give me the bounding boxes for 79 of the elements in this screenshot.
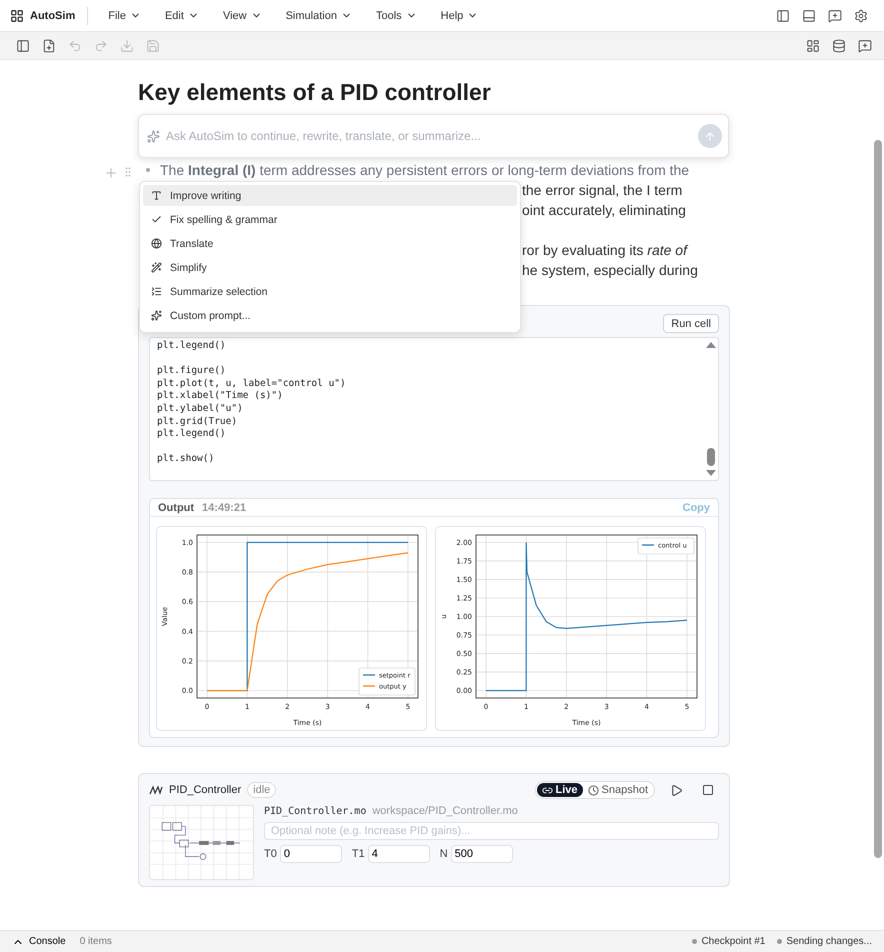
menu-option[interactable]: Improve writing [143,185,517,206]
menu-option[interactable]: Simplify [143,257,517,278]
console-count: 0 items [80,936,112,947]
code-text: plt.legend() [157,340,226,353]
param-field[interactable]: 0 [280,845,342,863]
status-dot [692,939,698,944]
wand-icon [151,262,162,273]
param-label: N [440,848,448,860]
code-editor[interactable]: plt.legend() plt.figure() plt.plot(t, u, label="control u") plt.xlabel("Time (s)") plt.ylabel("u") plt.grid(True) plt.legend() plt.show() [149,337,719,481]
undo-icon [68,38,82,52]
code-text: plt.show() [157,453,214,466]
file-path: workspace/PID_Controller.mo [372,805,518,817]
param-field[interactable]: 500 [450,845,513,863]
stop-icon [702,784,714,796]
mode-tab[interactable]: Snapshot [582,783,653,797]
bottom-panel-icon [802,8,816,22]
bullet-dot [146,168,150,172]
menu-option[interactable]: Fix spelling & grammar [143,209,517,230]
lines-icon [151,286,162,297]
document-title: Key elements of a PID controller [138,78,492,106]
output-label: Output [158,502,194,514]
layout-icon [806,38,820,52]
sidebar-icon [776,8,790,22]
chart-legend [638,538,694,554]
status-dot [777,939,782,944]
code-text: plt.figure() plt.plot(t, u, label="control u") plt.xlabel("Time (s)") plt.ylabel("u") plt.grid(True) plt.legend() [157,365,346,441]
sparkle-icon [147,130,160,142]
model-name: PID_Controller [169,784,242,796]
status-text: Checkpoint #1 [701,936,766,947]
paragraph-text: oint accurately, eliminating [522,202,686,218]
menu-item[interactable]: File [104,8,145,24]
menu-item[interactable]: View [218,8,266,24]
menu-item[interactable]: Help [436,8,482,24]
file-name: PID_Controller.mo [264,806,366,817]
logo-icon [10,8,24,22]
scroll-thumb[interactable] [707,448,715,466]
chat-icon [828,8,842,22]
status-badge: idle [247,782,276,798]
redo-icon [94,38,108,52]
menu-option[interactable]: Translate [143,233,517,254]
sidebar-icon [16,38,30,52]
globe-icon [151,238,162,249]
ai-prompt-field[interactable]: Ask AutoSim to continue, rewrite, translate, or summarize... [138,114,729,158]
paragraph-text: ror by evaluating its rate of [522,242,687,258]
model-icon [149,785,163,795]
paragraph-text: he system, especially during [522,262,698,278]
param-label: T0 [264,848,277,860]
param-label: T1 [352,848,365,860]
chat-icon [858,38,872,52]
app-name: AutoSim [30,6,88,24]
arrow-up-icon [704,130,716,142]
param-field[interactable]: 4 [368,845,430,863]
new-file-icon [42,38,56,52]
menu-item[interactable]: Edit [160,8,203,24]
scroll-up-icon[interactable] [706,342,716,348]
settings-icon [854,8,868,22]
paragraph-text: the error signal, the I term [522,182,682,198]
scrollbar-thumb[interactable] [874,140,882,858]
status-text: Sending changes... [786,936,872,947]
mode-tab[interactable]: Live [536,783,583,797]
note-field[interactable]: Optional note (e.g. Increase PID gains)... [264,822,719,840]
paragraph-text: The Integral (I) term addresses any persistent errors or long-term deviations from the [160,162,690,178]
database-icon [832,38,846,52]
console-toggle[interactable]: Console [12,936,66,948]
chart-legend [358,668,416,696]
menu-option[interactable]: Custom prompt... [143,305,517,326]
play-icon [670,784,682,796]
scroll-down-icon[interactable] [706,470,716,476]
menu-option[interactable]: Summarize selection [143,281,517,302]
menu-item[interactable]: Simulation [282,8,356,24]
check-icon [151,214,162,225]
run-cell-button[interactable]: Run cell [663,314,719,333]
sparkle-icon [151,310,162,321]
output-time: 14:49:21 [202,502,246,514]
menu-item[interactable]: Tools [372,8,421,24]
download-icon [120,38,134,52]
text-icon [151,190,162,201]
clock-icon [588,784,599,796]
save-icon [146,38,160,52]
